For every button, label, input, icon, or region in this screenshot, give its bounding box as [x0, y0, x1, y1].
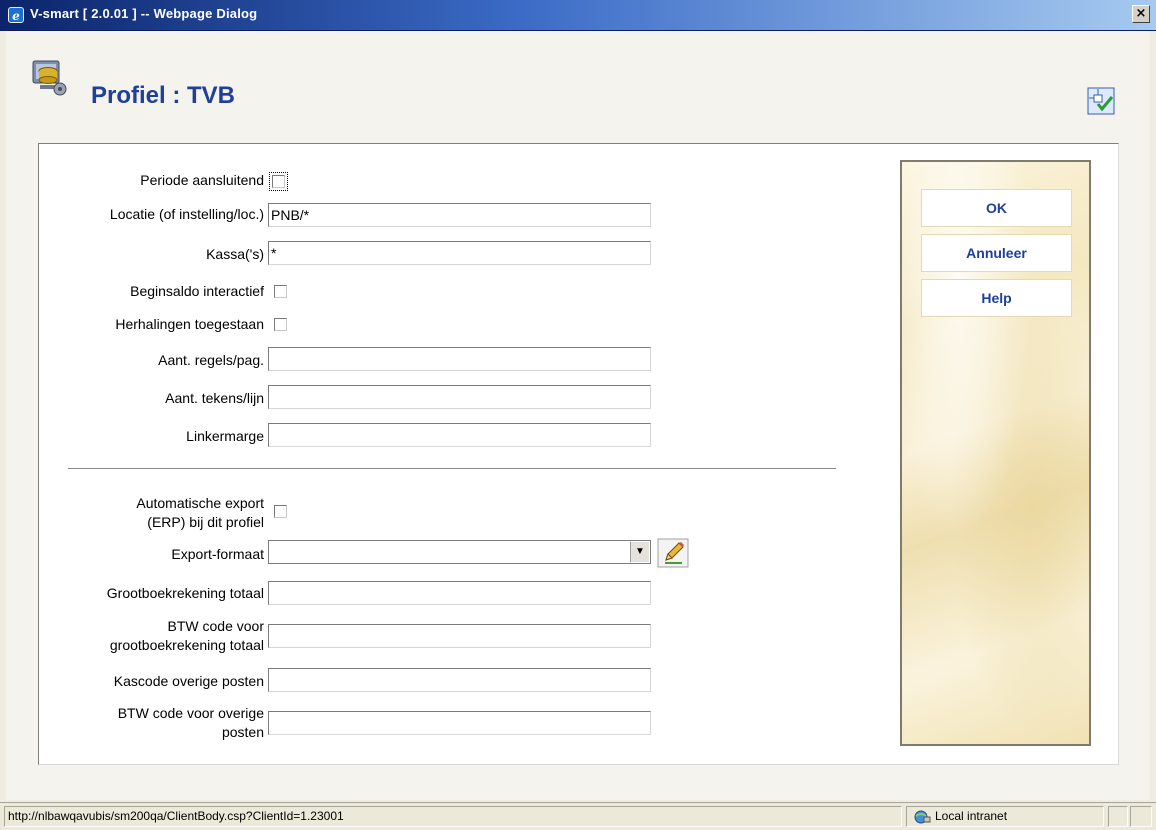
periode-label: Periode aansluitend	[140, 172, 264, 188]
kascode-label: Kascode overige posten	[113, 673, 264, 689]
auto-export-label-1: Automatische export	[136, 495, 264, 511]
kassa-input[interactable]: *	[268, 241, 651, 265]
row-btw-overige: BTW code voor overige posten	[0, 705, 264, 745]
tekens-label: Aant. tekens/lijn	[165, 390, 264, 406]
ie-icon: e	[8, 7, 24, 23]
btw-overige-label-1: BTW code voor overige	[117, 705, 264, 721]
status-bar: http://nlbawqavubis/sm200qa/ClientBody.c…	[0, 802, 1156, 830]
btw-overige-input[interactable]	[268, 711, 651, 735]
status-zone: Local intranet	[906, 806, 1104, 827]
btw-grootboek-input[interactable]	[268, 624, 651, 648]
status-url: http://nlbawqavubis/sm200qa/ClientBody.c…	[4, 806, 902, 827]
linkermarge-label: Linkermarge	[186, 428, 264, 444]
auto-export-label-2: (ERP) bij dit profiel	[147, 514, 264, 530]
help-button[interactable]: Help	[921, 279, 1072, 317]
auto-export-checkbox[interactable]	[274, 505, 287, 518]
btw-grootboek-label-1: BTW code voor	[167, 618, 264, 634]
regels-label: Aant. regels/pag.	[158, 352, 264, 368]
grootboek-label: Grootboekrekening totaal	[106, 585, 264, 601]
page-title: Profiel : TVB	[91, 82, 236, 109]
flow-check-icon[interactable]	[1087, 87, 1115, 115]
ok-button[interactable]: OK	[921, 189, 1072, 227]
herhalingen-label: Herhalingen toegestaan	[115, 316, 264, 332]
zone-label: Local intranet	[935, 809, 1008, 823]
linkermarge-input[interactable]	[268, 423, 651, 447]
export-formaat-label: Export-formaat	[171, 546, 264, 562]
intranet-globe-icon	[914, 810, 931, 824]
action-panel: OK Annuleer Help	[900, 160, 1091, 746]
annuleer-button[interactable]: Annuleer	[921, 234, 1072, 272]
periode-aansluitend-checkbox[interactable]	[269, 172, 288, 191]
herhalingen-checkbox[interactable]	[274, 318, 287, 331]
locatie-label: Locatie (of instelling/loc.)	[109, 206, 264, 222]
edit-pencil-icon[interactable]	[657, 538, 689, 568]
beginsaldo-checkbox[interactable]	[274, 285, 287, 298]
grootboek-input[interactable]	[268, 581, 651, 605]
close-button[interactable]: ×	[1132, 5, 1150, 23]
kassa-label: Kassa('s)	[206, 246, 264, 262]
btw-grootboek-label-2: grootboekrekening totaal	[109, 637, 264, 653]
locatie-input[interactable]: PNB/*	[268, 203, 651, 227]
row-btw-grootboek: BTW code voor grootboekrekening totaal	[0, 618, 264, 658]
chevron-down-icon[interactable]: ▼	[630, 542, 649, 562]
regels-input[interactable]	[268, 347, 651, 371]
beginsaldo-label: Beginsaldo interactief	[130, 283, 264, 299]
window-title: V-smart [ 2.0.01 ] -- Webpage Dialog	[30, 6, 258, 21]
resize-grip-icon[interactable]	[1130, 806, 1152, 827]
export-formaat-select[interactable]: ▼	[268, 540, 651, 564]
btw-overige-label-2: posten	[221, 724, 264, 740]
tekens-input[interactable]	[268, 385, 651, 409]
section-divider	[68, 468, 836, 470]
window-titlebar: e V-smart [ 2.0.01 ] -- Webpage Dialog ×	[0, 0, 1156, 31]
status-empty-1	[1108, 806, 1128, 827]
row-auto-export: Automatische export (ERP) bij dit profie…	[0, 495, 264, 535]
kascode-input[interactable]	[268, 668, 651, 692]
profile-database-icon	[32, 60, 67, 96]
